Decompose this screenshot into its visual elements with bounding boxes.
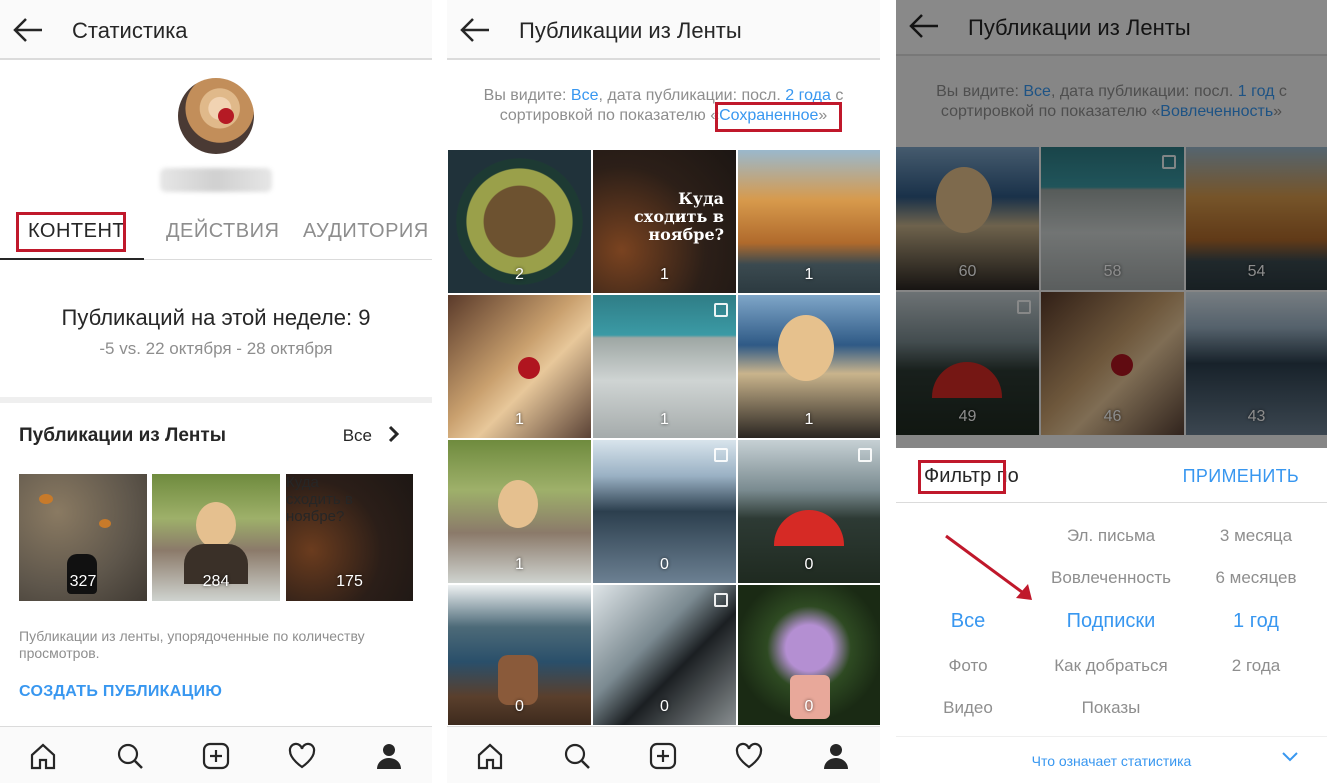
post-thumbnail[interactable]: Куда сходить в ноябре? 1 <box>593 150 736 293</box>
filter-bottom-sheet: Фильтр по ПРИМЕНИТЬ Все Фото Видео Эл. п… <box>896 448 1327 783</box>
thumbnail-count: 284 <box>202 573 230 590</box>
highlight-box <box>16 212 126 252</box>
option-engagement[interactable]: Вовлеченность <box>1036 568 1186 588</box>
profile-icon[interactable] <box>821 741 851 771</box>
thumbnail-count: 327 <box>69 573 97 590</box>
post-thumbnail[interactable]: 1 <box>593 295 736 438</box>
option-2-years[interactable]: 2 года <box>1196 656 1316 676</box>
post-count: 1 <box>660 266 669 283</box>
apply-button[interactable]: ПРИМЕНИТЬ <box>1183 466 1299 487</box>
heart-icon[interactable] <box>287 741 317 771</box>
home-icon[interactable] <box>28 741 58 771</box>
thumbnail-caption: Куда сходить в ноябре? <box>286 474 353 525</box>
sheet-footer: Что означает статистика <box>896 736 1327 783</box>
profile-icon[interactable] <box>374 741 404 771</box>
feed-thumbnail[interactable]: 284 <box>152 474 280 601</box>
page-title: Статистика <box>72 18 188 43</box>
post-count: 1 <box>515 556 524 573</box>
post-count: 0 <box>804 698 814 715</box>
multi-post-icon <box>714 448 728 462</box>
highlight-box <box>715 102 842 132</box>
back-arrow-icon[interactable] <box>459 16 491 44</box>
chevron-right-icon[interactable] <box>388 425 400 443</box>
option-follows[interactable]: Подписки <box>1036 610 1186 633</box>
post-count: 0 <box>804 556 814 573</box>
option-6-months[interactable]: 6 месяцев <box>1196 568 1316 588</box>
post-count: 0 <box>515 698 524 715</box>
header: Статистика <box>0 0 432 60</box>
post-thumbnail[interactable]: 0 <box>738 585 880 725</box>
info-type-link[interactable]: Все <box>571 87 599 104</box>
see-all-link[interactable]: Все <box>343 426 372 446</box>
add-post-icon[interactable] <box>648 741 678 771</box>
feed-thumbnail[interactable]: Куда сходить в ноябре? 175 <box>286 474 413 601</box>
option-emails[interactable]: Эл. письма <box>1036 526 1186 546</box>
search-icon[interactable] <box>115 741 145 771</box>
option-impressions[interactable]: Показы <box>1036 698 1186 718</box>
modal-overlay[interactable] <box>896 0 1327 448</box>
what-stats-mean-link[interactable]: Что означает статистика <box>896 753 1327 769</box>
highlight-box <box>918 460 1006 494</box>
tab-actions[interactable]: ДЕЙСТВИЯ <box>166 220 279 243</box>
active-tab-indicator <box>0 258 144 260</box>
chevron-down-icon[interactable] <box>1281 751 1299 763</box>
bottom-nav <box>447 726 880 783</box>
post-count: 1 <box>660 411 669 428</box>
back-arrow-icon[interactable] <box>12 16 44 44</box>
post-thumbnail[interactable]: 1 <box>738 295 880 438</box>
post-thumbnail[interactable]: 0 <box>593 585 736 725</box>
bottom-nav <box>0 726 432 783</box>
option-directions[interactable]: Как добраться <box>1036 656 1186 676</box>
feed-note: Публикации из ленты, упорядоченные по ко… <box>19 628 365 661</box>
annotation-arrow-icon <box>945 534 1032 600</box>
post-thumbnail[interactable]: 0 <box>738 440 880 583</box>
post-count: 0 <box>660 698 669 715</box>
filter-sheet-screen: Публикации из Ленты Вы видите: Все, дата… <box>896 0 1327 783</box>
section-divider <box>0 397 432 403</box>
week-publications-heading: Публикаций на этой неделе: 9 <box>61 305 371 330</box>
post-count: 0 <box>660 556 669 573</box>
option-3-months[interactable]: 3 месяца <box>1196 526 1316 546</box>
home-icon[interactable] <box>475 741 505 771</box>
header: Публикации из Ленты <box>447 0 880 60</box>
search-icon[interactable] <box>562 741 592 771</box>
tab-audience[interactable]: АУДИТОРИЯ <box>303 220 429 243</box>
post-thumbnail[interactable]: 1 <box>448 440 591 583</box>
post-count: 1 <box>515 411 524 428</box>
post-thumbnail[interactable]: 2 <box>448 150 591 293</box>
post-thumbnail[interactable]: 1 <box>448 295 591 438</box>
option-all[interactable]: Все <box>938 610 998 633</box>
post-thumbnail[interactable]: 0 <box>448 585 591 725</box>
multi-post-icon <box>714 593 728 607</box>
feed-section-title: Публикации из Ленты <box>19 425 226 446</box>
week-publications-subtext: -5 vs. 22 октября - 28 октября <box>99 339 333 358</box>
avatar[interactable] <box>178 78 254 154</box>
username-blurred <box>160 168 272 192</box>
post-count: 2 <box>515 266 524 283</box>
heart-icon[interactable] <box>734 741 764 771</box>
feed-posts-screen: Публикации из Ленты Вы видите: Все, дата… <box>447 0 880 783</box>
thumbnail-count: 175 <box>336 573 363 590</box>
multi-post-icon <box>714 303 728 317</box>
option-photo[interactable]: Фото <box>938 656 998 676</box>
option-1-year[interactable]: 1 год <box>1196 610 1316 633</box>
info-text: Вы видите: <box>483 87 571 104</box>
post-count: 1 <box>804 411 814 428</box>
page-title: Публикации из Ленты <box>519 18 742 43</box>
multi-post-icon <box>858 448 872 462</box>
create-post-button[interactable]: СОЗДАТЬ ПУБЛИКАЦИЮ <box>19 683 222 701</box>
feed-thumbnail[interactable]: 327 <box>19 474 147 601</box>
post-thumbnail[interactable]: 0 <box>593 440 736 583</box>
post-caption: Куда сходить в ноябре? <box>634 189 724 244</box>
post-count: 1 <box>804 266 814 283</box>
add-post-icon[interactable] <box>201 741 231 771</box>
statistics-screen: Статистика КОНТЕНТ ДЕЙСТВИЯ АУДИТОРИЯ Пу… <box>0 0 432 783</box>
option-video[interactable]: Видео <box>928 698 1008 718</box>
post-thumbnail[interactable]: 1 <box>738 150 880 293</box>
